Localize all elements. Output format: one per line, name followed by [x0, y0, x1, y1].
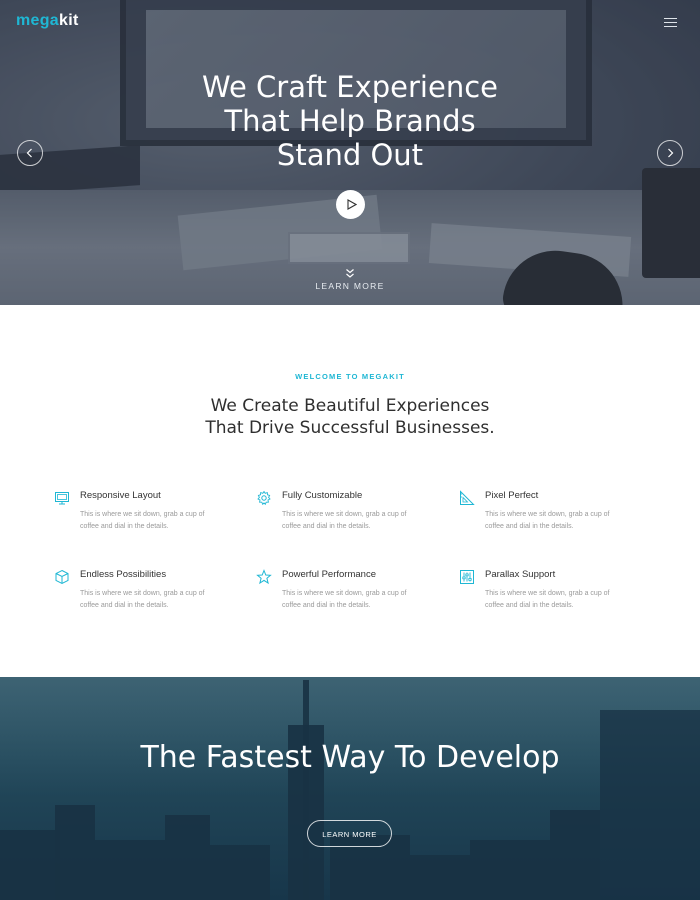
- hero-title-line: We Craft Experience: [202, 70, 498, 104]
- city-building: [165, 815, 210, 900]
- feature-description: This is where we sit down, grab a cup of…: [485, 511, 610, 530]
- city-building: [0, 830, 60, 900]
- cube-icon: [55, 569, 69, 585]
- slider-next-button[interactable]: [657, 140, 683, 166]
- play-video-button[interactable]: [336, 190, 365, 219]
- hero-title-line: That Help Brands: [224, 104, 476, 138]
- feature-description: This is where we sit down, grab a cup of…: [80, 511, 205, 530]
- brand-logo-part2: kit: [59, 12, 79, 29]
- feature-title: Pixel Perfect: [485, 490, 539, 501]
- gear-icon: [257, 490, 271, 506]
- city-building-spire: [303, 680, 309, 900]
- hero-title: We Craft Experience That Help Brands Sta…: [150, 70, 550, 172]
- star-icon: [256, 569, 272, 585]
- feature-description: This is where we sit down, grab a cup of…: [282, 511, 407, 530]
- city-building: [95, 840, 165, 900]
- features-title-line: That Drive Successful Businesses.: [205, 418, 495, 438]
- city-building: [470, 840, 550, 900]
- double-chevron-down-icon: [300, 266, 400, 278]
- city-building: [550, 810, 600, 900]
- brand-logo-part1: mega: [16, 12, 59, 29]
- features-title: We Create Beautiful Experiences That Dri…: [150, 395, 550, 439]
- hero-section: megakit We Craft Experience That Help Br…: [0, 0, 700, 305]
- sliders-icon: [460, 570, 474, 584]
- section-eyebrow: WELCOME TO MEGAKIT: [295, 372, 405, 381]
- brand-logo[interactable]: megakit: [16, 12, 79, 30]
- monitor-icon: [55, 492, 69, 505]
- hero-title-line: Stand Out: [276, 138, 424, 172]
- set-square-icon: [460, 490, 475, 505]
- feature-title: Parallax Support: [485, 569, 556, 580]
- cta-title: The Fastest Way To Develop: [140, 740, 560, 775]
- slider-prev-button[interactable]: [17, 140, 43, 166]
- city-building: [410, 855, 470, 900]
- chevron-right-icon: [668, 148, 674, 158]
- feature-title: Responsive Layout: [80, 490, 161, 501]
- city-building: [55, 805, 95, 900]
- cta-learn-more-button[interactable]: LEARN MORE: [307, 820, 392, 847]
- hamburger-menu-icon[interactable]: [664, 18, 677, 28]
- features-title-line: We Create Beautiful Experiences: [210, 396, 490, 416]
- cta-section: The Fastest Way To Develop LEARN MORE: [0, 677, 700, 900]
- feature-title: Fully Customizable: [282, 490, 363, 501]
- feature-title: Endless Possibilities: [80, 569, 167, 580]
- play-icon: [346, 199, 357, 210]
- chevron-left-icon: [26, 148, 32, 158]
- features-section: WELCOME TO MEGAKIT We Create Beautiful E…: [0, 305, 700, 677]
- city-building-skyscraper: [600, 710, 700, 900]
- feature-description: This is where we sit down, grab a cup of…: [80, 590, 205, 609]
- hero-learn-more-label: LEARN MORE: [315, 281, 385, 291]
- feature-description: This is where we sit down, grab a cup of…: [485, 590, 610, 609]
- feature-title: Powerful Performance: [282, 569, 376, 580]
- hero-learn-more-link[interactable]: LEARN MORE: [300, 266, 400, 291]
- feature-description: This is where we sit down, grab a cup of…: [282, 590, 407, 609]
- cta-background-sky: [0, 677, 700, 797]
- city-building: [210, 845, 270, 900]
